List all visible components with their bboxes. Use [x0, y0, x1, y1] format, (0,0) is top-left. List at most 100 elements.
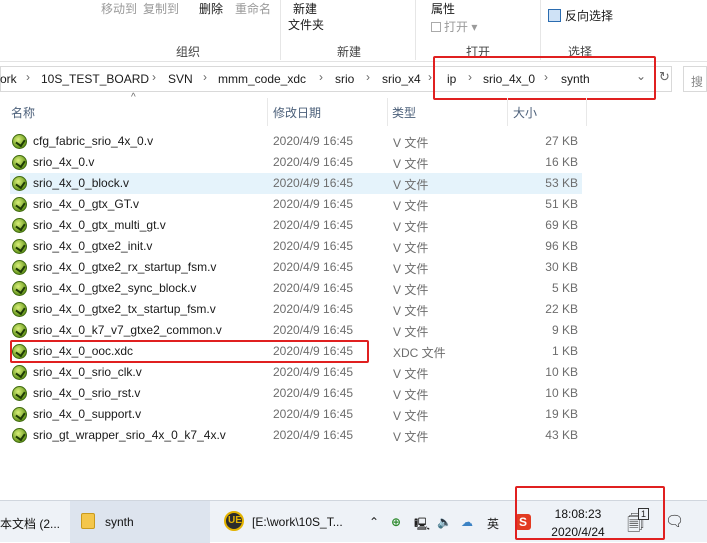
weather-icon[interactable]: ☁ [461, 515, 473, 529]
column-divider[interactable] [507, 98, 508, 126]
file-type: V 文件 [393, 241, 429, 255]
ime-language[interactable]: 英 [487, 515, 499, 532]
file-row[interactable]: srio_gt_wrapper_srio_4x_0_k7_4x.v 2020/4/… [10, 425, 582, 446]
network-icon[interactable]: 🖳 [414, 515, 430, 536]
file-row[interactable]: srio_4x_0_gtxe2_tx_startup_fsm.v 2020/4/9… [10, 299, 582, 320]
file-row[interactable]: srio_4x_0_gtx_multi_gt.v 2020/4/9 16:45 V … [10, 215, 582, 236]
file-date: 2020/4/9 16:45 [273, 239, 354, 253]
file-row[interactable]: srio_4x_0_srio_rst.v 2020/4/9 16:45 V 文件 10… [10, 383, 582, 404]
taskbar-item-document[interactable]: 本文档 (2... [0, 501, 66, 543]
file-size: 43 KB [545, 428, 578, 442]
taskbar-item-explorer[interactable]: synth [70, 501, 210, 543]
column-header-name[interactable]: 名称 [11, 104, 35, 122]
volume-icon[interactable]: 🔈 [437, 515, 452, 529]
verilog-file-icon [12, 218, 27, 233]
folder-icon [81, 513, 95, 529]
verilog-file-icon [12, 197, 27, 212]
taskbar-item-ultraedit[interactable]: UE [E:\work\10S_T... [216, 501, 360, 543]
breadcrumb-separator-icon[interactable]: › [428, 70, 432, 84]
verilog-file-icon [12, 407, 27, 422]
ribbon: 移动到 复制到 删除 重命名 组织 新建 文件夹 新建 属性 打开 ▾ 打开 反… [0, 0, 707, 62]
file-name: srio_4x_0_gtxe2_init.v [33, 239, 153, 253]
file-size: 10 KB [545, 386, 578, 400]
breadcrumb-separator-icon[interactable]: › [319, 70, 323, 84]
breadcrumb-separator-icon[interactable]: › [366, 70, 370, 84]
breadcrumb-separator-icon[interactable]: › [26, 70, 30, 84]
file-type: V 文件 [393, 220, 429, 234]
breadcrumb-item[interactable]: 10S_TEST_BOARD [41, 72, 149, 86]
file-size: 69 KB [545, 218, 578, 232]
highlight-box-file [10, 340, 369, 363]
rename-button[interactable]: 重命名 [235, 0, 271, 17]
breadcrumb-item[interactable]: SVN [168, 72, 193, 86]
file-date: 2020/4/9 16:45 [273, 428, 354, 442]
column-header-type[interactable]: 类型 [392, 104, 416, 122]
ribbon-divider [540, 0, 541, 60]
file-size: 22 KB [545, 302, 578, 316]
file-row[interactable]: srio_4x_0_gtxe2_sync_block.v 2020/4/9 16:… [10, 278, 582, 299]
column-header-date[interactable]: 修改日期 [273, 104, 321, 122]
delete-button[interactable]: 删除 [199, 0, 223, 17]
file-row[interactable]: srio_4x_0_support.v 2020/4/9 16:45 V 文件 19 … [10, 404, 582, 425]
invert-selection-button[interactable]: 反向选择 [548, 7, 613, 24]
file-name: srio_4x_0_gtxe2_sync_block.v [33, 281, 197, 295]
open-button[interactable]: 打开 ▾ [431, 18, 477, 35]
breadcrumb-item[interactable]: ork [0, 72, 17, 86]
new-folder-button-line2[interactable]: 文件夹 [288, 16, 324, 33]
open-icon [431, 22, 441, 32]
ribbon-divider [415, 0, 416, 60]
file-row[interactable]: srio_4x_0_block.v 2020/4/9 16:45 V 文件 53 KB [10, 173, 582, 194]
action-center-icon[interactable]: 🗨 [665, 512, 684, 530]
search-input[interactable]: 搜 [683, 66, 707, 92]
column-divider[interactable] [586, 98, 587, 126]
file-name: srio_4x_0_gtx_GT.v [33, 197, 140, 211]
file-row[interactable]: srio_4x_0_gtxe2_rx_startup_fsm.v 2020/4/9… [10, 257, 582, 278]
file-row[interactable]: srio_4x_0_gtx_GT.v 2020/4/9 16:45 V 文件 51 K… [10, 194, 582, 215]
verilog-file-icon [12, 134, 27, 149]
breadcrumb-separator-icon[interactable]: › [203, 70, 207, 84]
file-name: srio_gt_wrapper_srio_4x_0_k7_4x.v [33, 428, 226, 442]
verilog-file-icon [12, 428, 27, 443]
breadcrumb-item[interactable]: srio_x4 [382, 72, 421, 86]
file-type: V 文件 [393, 409, 429, 423]
file-type: V 文件 [393, 262, 429, 276]
file-date: 2020/4/9 16:45 [273, 365, 354, 379]
new-folder-button-line1[interactable]: 新建 [293, 0, 317, 17]
properties-button[interactable]: 属性 [431, 0, 455, 17]
file-type: V 文件 [393, 283, 429, 297]
column-divider[interactable] [387, 98, 388, 126]
column-divider[interactable] [267, 98, 268, 126]
file-row[interactable]: srio_4x_0_srio_clk.v 2020/4/9 16:45 V 文件 10… [10, 362, 582, 383]
plus-circle-icon[interactable]: ⊕ [391, 515, 401, 529]
file-type: V 文件 [393, 136, 429, 150]
file-date: 2020/4/9 16:45 [273, 407, 354, 421]
file-type: V 文件 [393, 325, 429, 339]
file-size: 96 KB [545, 239, 578, 253]
file-date: 2020/4/9 16:45 [273, 155, 354, 169]
file-type: V 文件 [393, 178, 429, 192]
column-header-size[interactable]: 大小 [513, 104, 537, 122]
new-group-label: 新建 [337, 45, 362, 59]
file-type: V 文件 [393, 367, 429, 381]
breadcrumb-item[interactable]: mmm_code_xdc [218, 72, 306, 86]
file-date: 2020/4/9 16:45 [273, 386, 354, 400]
file-size: 51 KB [545, 197, 578, 211]
file-row[interactable]: srio_4x_0_k7_v7_gtxe2_common.v 2020/4/9 1… [10, 320, 582, 341]
breadcrumb-item[interactable]: srio [335, 72, 354, 86]
file-type: V 文件 [393, 199, 429, 213]
chevron-up-icon[interactable]: ⌃ [369, 515, 379, 529]
refresh-icon[interactable]: ↻ [659, 69, 670, 85]
file-row[interactable]: srio_4x_0_gtxe2_init.v 2020/4/9 16:45 V 文件… [10, 236, 582, 257]
file-type: V 文件 [393, 304, 429, 318]
file-size: 10 KB [545, 365, 578, 379]
move-to-button[interactable]: 移动到 [101, 0, 137, 17]
file-name: cfg_fabric_srio_4x_0.v [33, 134, 154, 148]
file-date: 2020/4/9 16:45 [273, 218, 354, 232]
file-row[interactable]: srio_4x_0.v 2020/4/9 16:45 V 文件 16 KB [10, 152, 582, 173]
verilog-file-icon [12, 281, 27, 296]
file-row[interactable]: cfg_fabric_srio_4x_0.v 2020/4/9 16:45 V 文件… [10, 131, 582, 152]
verilog-file-icon [12, 365, 27, 380]
ribbon-divider [280, 0, 281, 60]
breadcrumb-separator-icon[interactable]: › [152, 70, 156, 84]
copy-to-button[interactable]: 复制到 [143, 0, 179, 17]
